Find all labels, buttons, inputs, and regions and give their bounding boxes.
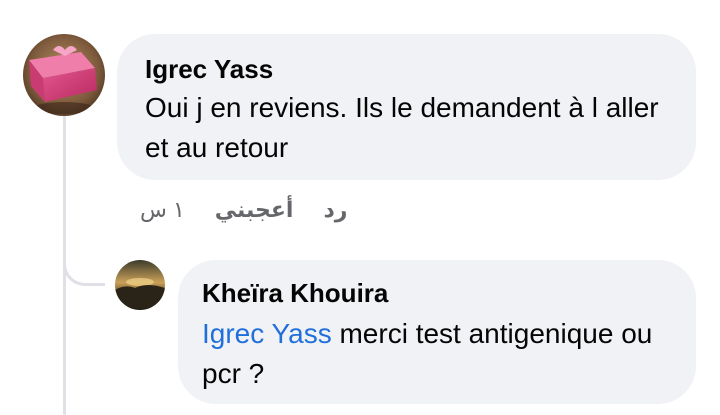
reply-mention-link[interactable]: Igrec Yass <box>202 318 332 349</box>
comment-timestamp[interactable]: ١ س <box>140 197 185 223</box>
comment-bubble: Igrec Yass Oui j en reviens. Ils le dema… <box>117 34 696 180</box>
reply-button[interactable]: رد <box>323 197 347 223</box>
reply-text-container: Igrec Yass merci test antigenique ou pcr… <box>202 314 672 394</box>
comment-author-name[interactable]: Igrec Yass <box>145 52 668 86</box>
reply-author-name[interactable]: Kheïra Khouira <box>202 276 672 310</box>
reply-bubble: Kheïra Khouira Igrec Yass merci test ant… <box>178 260 696 404</box>
avatar-kheira-khouira[interactable] <box>115 260 165 310</box>
comment-actions: رد أعجبني ١ س <box>140 197 347 223</box>
avatar-igrec-yass[interactable] <box>23 34 105 116</box>
comment-thread: Igrec Yass Oui j en reviens. Ils le dema… <box>0 0 720 415</box>
comment-text: Oui j en reviens. Ils le demandent à l a… <box>145 92 659 163</box>
like-button[interactable]: أعجبني <box>215 197 294 223</box>
reply-connector-line <box>63 236 105 286</box>
